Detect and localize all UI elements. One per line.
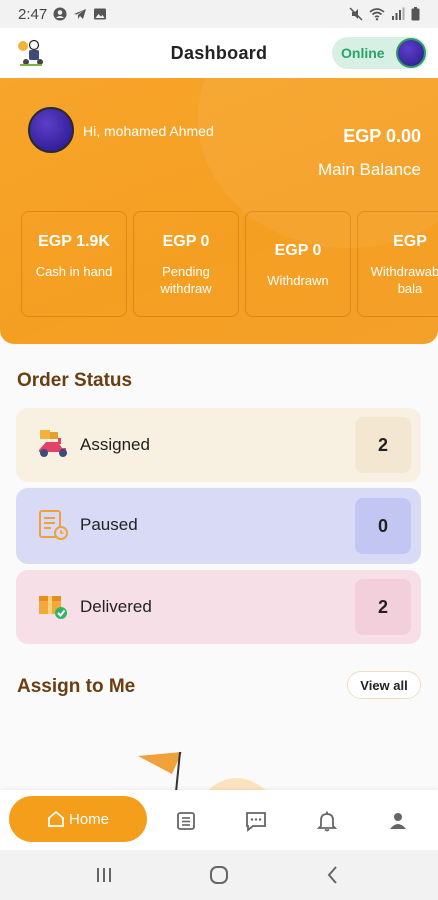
image-icon	[94, 8, 107, 20]
status-label: Delivered	[80, 597, 152, 616]
clipboard-clock-icon	[39, 510, 68, 540]
orders-list-icon[interactable]	[175, 810, 197, 832]
package-check-icon	[39, 596, 67, 619]
wallet-card-withdrawn[interactable]: EGP 0 Withdrawn	[245, 211, 351, 317]
wallet-card-value: EGP 0	[162, 233, 210, 250]
wallet-card-value: EGP 1.9K	[38, 233, 110, 250]
chat-icon[interactable]	[245, 810, 267, 832]
status-row-paused[interactable]: Paused 0	[16, 488, 421, 564]
online-toggle[interactable]: Online	[332, 37, 428, 69]
view-all-button[interactable]: View all	[347, 671, 421, 699]
empty-state-illustration	[138, 751, 268, 792]
status-time: 2:47	[18, 5, 48, 23]
online-toggle-label: Online	[341, 45, 385, 61]
nav-home-label: Home	[68, 810, 109, 828]
wallet-card-cash-in-hand[interactable]: EGP 1.9K Cash in hand	[21, 211, 127, 317]
status-label: Paused	[80, 515, 138, 534]
wallet-cards: EGP 1.9K Cash in hand EGP 0 Pending with…	[21, 211, 438, 317]
account-circle-icon	[53, 7, 67, 21]
status-count: 2	[355, 417, 411, 473]
mute-icon	[349, 7, 363, 21]
wallet-card-label: Pending withdraw	[160, 264, 212, 296]
telegram-icon	[74, 9, 87, 19]
wifi-icon	[369, 8, 385, 21]
order-status-title: Order Status	[17, 370, 133, 391]
wallet-card-label: Cash in hand	[35, 264, 113, 279]
wallet-card-value: EGP 0	[274, 242, 322, 259]
status-count: 2	[355, 579, 411, 635]
nav-home-button[interactable]: Home	[9, 796, 147, 842]
wallet-card-value: EGP	[393, 233, 427, 250]
wallet-card-pending-withdraw[interactable]: EGP 0 Pending withdraw	[133, 211, 239, 317]
system-navigation-bar	[0, 850, 438, 900]
main-balance-value: EGP 0.00	[343, 126, 421, 146]
balance-banner: Hi, mohamed Ahmed EGP 0.00 Main Balance …	[0, 78, 438, 344]
status-row-assigned[interactable]: Assigned 2	[16, 408, 421, 482]
status-count: 0	[355, 498, 411, 554]
status-label: Assigned	[80, 435, 150, 454]
back-icon[interactable]	[321, 864, 345, 886]
status-row-delivered[interactable]: Delivered 2	[16, 570, 421, 644]
status-bar: 2:47	[0, 0, 438, 28]
wallet-card-label: Withdrawn	[267, 273, 329, 288]
wallet-card-label: Withdrawable bala	[370, 264, 438, 296]
battery-icon	[411, 7, 420, 21]
avatar[interactable]	[28, 107, 74, 153]
online-toggle-knob	[396, 38, 426, 68]
profile-icon[interactable]	[387, 810, 409, 832]
delivery-scooter-icon	[39, 430, 67, 457]
bottom-navigation: Home	[0, 790, 438, 850]
wallet-card-withdrawable-balance[interactable]: EGP Withdrawable bala	[357, 211, 438, 317]
app-bar: Dashboard Online	[0, 28, 438, 78]
signal-icon	[392, 7, 405, 20]
notification-bell-icon[interactable]	[316, 810, 338, 832]
recent-apps-icon[interactable]	[92, 864, 116, 886]
home-icon	[48, 810, 64, 827]
home-circle-icon[interactable]	[207, 864, 231, 886]
assign-to-me-title: Assign to Me	[17, 676, 136, 697]
main-balance-label: Main Balance	[317, 160, 421, 179]
greeting-text: Hi, mohamed Ahmed	[83, 123, 214, 139]
